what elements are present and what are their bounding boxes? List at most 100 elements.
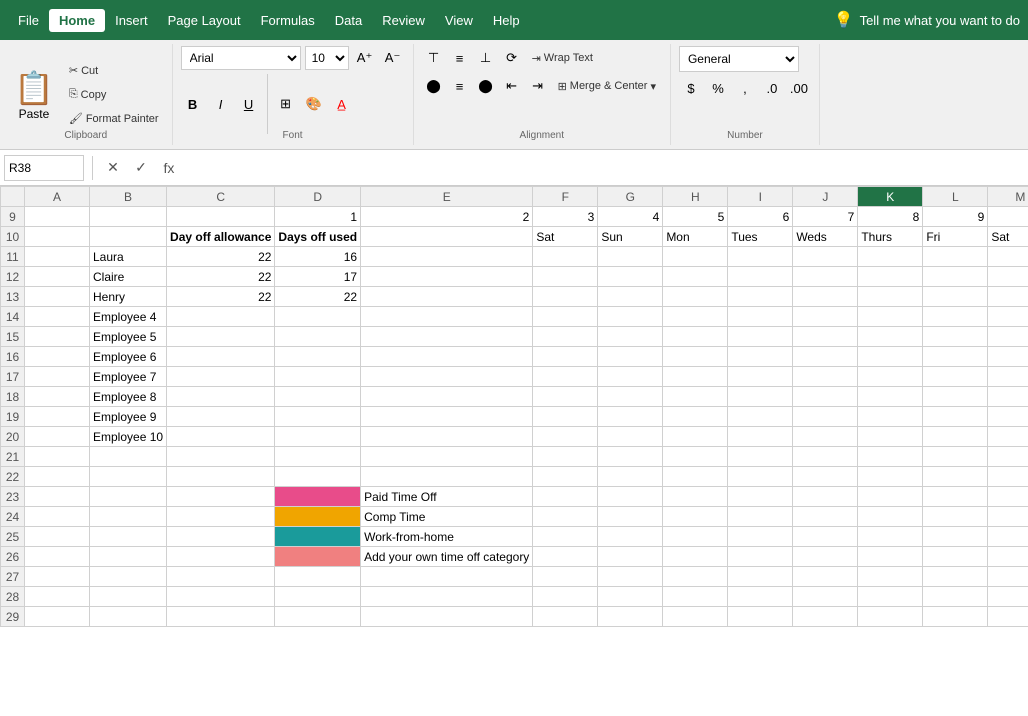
cell-k12[interactable]: [858, 267, 923, 287]
col-header-a[interactable]: A: [25, 187, 90, 207]
cell-b16[interactable]: Employee 6: [90, 347, 167, 367]
currency-button[interactable]: $: [679, 76, 703, 100]
cell-l10[interactable]: Fri: [923, 227, 988, 247]
confirm-formula-button[interactable]: ✓: [129, 156, 153, 180]
comma-button[interactable]: ,: [733, 76, 757, 100]
cell-b13[interactable]: Henry: [90, 287, 167, 307]
menu-review[interactable]: Review: [372, 9, 435, 32]
menu-file[interactable]: File: [8, 9, 49, 32]
wrap-text-button[interactable]: ⇥ Wrap Text: [526, 46, 599, 70]
menu-formulas[interactable]: Formulas: [251, 9, 325, 32]
cell-h9[interactable]: 5: [663, 207, 728, 227]
format-painter-button[interactable]: 🖌 Format Painter: [64, 108, 164, 130]
cell-g12[interactable]: [598, 267, 663, 287]
cell-e10[interactable]: [361, 227, 533, 247]
col-header-j[interactable]: J: [793, 187, 858, 207]
col-header-f[interactable]: F: [533, 187, 598, 207]
cell-m11[interactable]: [988, 247, 1028, 267]
cell-m9[interactable]: 10: [988, 207, 1028, 227]
cell-b14[interactable]: Employee 4: [90, 307, 167, 327]
cell-i12[interactable]: [728, 267, 793, 287]
borders-button[interactable]: ⊞: [274, 92, 298, 116]
fill-color-button[interactable]: 🎨: [302, 92, 326, 116]
cell-e12[interactable]: [361, 267, 533, 287]
copy-button[interactable]: ⎘ Copy: [64, 84, 164, 106]
cell-d11[interactable]: 16: [275, 247, 361, 267]
decrease-font-button[interactable]: A⁻: [381, 46, 405, 70]
cell-c11[interactable]: 22: [167, 247, 275, 267]
paste-button[interactable]: 📋 Paste: [8, 59, 60, 131]
cell-b12[interactable]: Claire: [90, 267, 167, 287]
underline-button[interactable]: U: [237, 92, 261, 116]
increase-decimal-button[interactable]: .00: [787, 76, 811, 100]
cell-f11[interactable]: [533, 247, 598, 267]
cell-l12[interactable]: [923, 267, 988, 287]
cell-e13[interactable]: [361, 287, 533, 307]
cell-h13[interactable]: [663, 287, 728, 307]
cell-l11[interactable]: [923, 247, 988, 267]
align-bottom-button[interactable]: ⊥: [474, 46, 498, 70]
cell-i13[interactable]: [728, 287, 793, 307]
cut-button[interactable]: ✂ Cut: [64, 60, 164, 82]
cell-d13[interactable]: 22: [275, 287, 361, 307]
col-header-k[interactable]: K: [858, 187, 923, 207]
col-header-c[interactable]: C: [167, 187, 275, 207]
cell-m13[interactable]: [988, 287, 1028, 307]
cell-f13[interactable]: [533, 287, 598, 307]
cell-d9[interactable]: 1: [275, 207, 361, 227]
cell-j9[interactable]: 7: [793, 207, 858, 227]
align-middle-button[interactable]: ≡: [448, 46, 472, 70]
cancel-formula-button[interactable]: ✕: [101, 156, 125, 180]
number-format-select[interactable]: General: [679, 46, 799, 72]
menu-view[interactable]: View: [435, 9, 483, 32]
cell-m10[interactable]: Sat: [988, 227, 1028, 247]
cell-b9[interactable]: [90, 207, 167, 227]
percent-button[interactable]: %: [706, 76, 730, 100]
cell-l13[interactable]: [923, 287, 988, 307]
cell-b11[interactable]: Laura: [90, 247, 167, 267]
align-left-button[interactable]: ⬤: [422, 74, 446, 98]
cell-b17[interactable]: Employee 7: [90, 367, 167, 387]
legend-wfh-cell[interactable]: [275, 527, 361, 547]
cell-g10[interactable]: Sun: [598, 227, 663, 247]
cell-e11[interactable]: [361, 247, 533, 267]
cell-m12[interactable]: [988, 267, 1028, 287]
cell-j13[interactable]: [793, 287, 858, 307]
formula-input[interactable]: [185, 155, 1024, 181]
menu-page-layout[interactable]: Page Layout: [158, 9, 251, 32]
menu-data[interactable]: Data: [325, 9, 372, 32]
font-color-button[interactable]: A̲: [330, 92, 354, 116]
bold-button[interactable]: B: [181, 92, 205, 116]
col-header-b[interactable]: B: [90, 187, 167, 207]
font-size-select[interactable]: 10: [305, 46, 349, 70]
increase-indent-button[interactable]: ⇥: [526, 74, 550, 98]
legend-pto-cell[interactable]: [275, 487, 361, 507]
cell-a13[interactable]: [25, 287, 90, 307]
decrease-indent-button[interactable]: ⇤: [500, 74, 524, 98]
col-header-l[interactable]: L: [923, 187, 988, 207]
cell-e23[interactable]: Paid Time Off: [361, 487, 533, 507]
cell-i9[interactable]: 6: [728, 207, 793, 227]
cell-g13[interactable]: [598, 287, 663, 307]
cell-j12[interactable]: [793, 267, 858, 287]
cell-j11[interactable]: [793, 247, 858, 267]
cell-f9[interactable]: 3: [533, 207, 598, 227]
menu-home[interactable]: Home: [49, 9, 105, 32]
legend-comp-cell[interactable]: [275, 507, 361, 527]
cell-a12[interactable]: [25, 267, 90, 287]
cell-c9[interactable]: [167, 207, 275, 227]
col-header-m[interactable]: M: [988, 187, 1028, 207]
align-top-button[interactable]: ⊤: [422, 46, 446, 70]
cell-f12[interactable]: [533, 267, 598, 287]
cell-b19[interactable]: Employee 9: [90, 407, 167, 427]
cell-h10[interactable]: Mon: [663, 227, 728, 247]
cell-h11[interactable]: [663, 247, 728, 267]
italic-button[interactable]: I: [209, 92, 233, 116]
cell-k11[interactable]: [858, 247, 923, 267]
cell-d10[interactable]: Days off used: [275, 227, 361, 247]
orientation-button[interactable]: ⟳: [500, 46, 524, 70]
align-center-button[interactable]: ≡: [448, 74, 472, 98]
menu-insert[interactable]: Insert: [105, 9, 158, 32]
cell-i11[interactable]: [728, 247, 793, 267]
font-family-select[interactable]: Arial: [181, 46, 301, 70]
